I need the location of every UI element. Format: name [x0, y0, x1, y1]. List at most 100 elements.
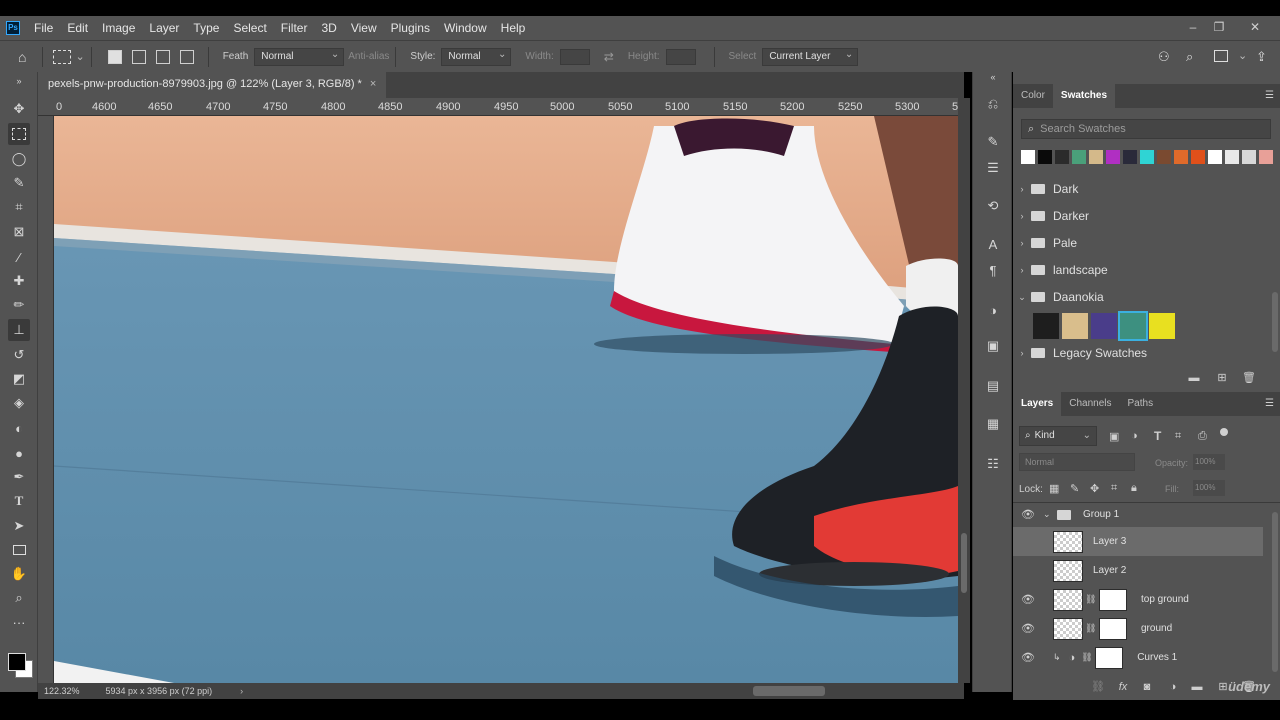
- blend-mode-select[interactable]: Normal: [1019, 453, 1135, 471]
- menu-file[interactable]: File: [34, 21, 53, 35]
- vertical-scrollbar[interactable]: [958, 98, 970, 683]
- tab-layers[interactable]: Layers: [1013, 392, 1062, 416]
- chevron-right-icon[interactable]: ›: [1013, 184, 1031, 194]
- type-tool-icon[interactable]: T: [8, 490, 30, 512]
- history-brush-tool-icon[interactable]: ↺: [8, 344, 30, 366]
- close-window-icon[interactable]: ✕: [1248, 20, 1262, 34]
- height-input[interactable]: [665, 48, 696, 65]
- filter-smart-object-icon[interactable]: ⎙: [1198, 430, 1207, 443]
- style-select[interactable]: Normal: [441, 47, 512, 66]
- swatch-chip[interactable]: [1157, 150, 1171, 164]
- swatch-folder-dark[interactable]: › Dark: [1013, 176, 1271, 202]
- libraries-icon[interactable]: ▣: [985, 338, 1001, 354]
- width-input[interactable]: [559, 48, 590, 65]
- chevron-right-icon[interactable]: ›: [1013, 265, 1031, 275]
- panel-menu-icon[interactable]: ☰: [1265, 398, 1274, 409]
- new-selection-icon[interactable]: [107, 49, 122, 64]
- history-panel-icon[interactable]: ⎌: [985, 96, 1001, 112]
- eye-icon[interactable]: 👁︎: [1021, 508, 1035, 521]
- chevron-down-icon[interactable]: ⌄: [1043, 509, 1053, 520]
- add-selection-icon[interactable]: [131, 49, 146, 64]
- menu-image[interactable]: Image: [102, 21, 135, 35]
- tab-channels[interactable]: Channels: [1061, 392, 1119, 416]
- menu-type[interactable]: Type: [193, 21, 219, 35]
- dodge-tool-icon[interactable]: ●: [8, 442, 30, 464]
- adjustments-icon[interactable]: ◑: [985, 302, 1001, 318]
- swatch-chip[interactable]: [1091, 313, 1117, 339]
- swap-icon[interactable]: ⇄: [604, 50, 614, 64]
- visibility-toggle[interactable]: [1021, 565, 1033, 577]
- close-icon[interactable]: ×: [370, 78, 376, 92]
- layer-row-layer-3[interactable]: Layer 3: [1013, 527, 1263, 556]
- swatch-folder-darker[interactable]: › Darker: [1013, 203, 1271, 229]
- lock-all-icon[interactable]: 🔒︎: [1131, 482, 1137, 495]
- paragraph-panel-icon[interactable]: ¶: [985, 262, 1001, 278]
- swatch-folder-pale[interactable]: › Pale: [1013, 230, 1271, 256]
- menu-layer[interactable]: Layer: [149, 21, 179, 35]
- filter-type-icon[interactable]: T: [1154, 429, 1161, 443]
- swatch-chip[interactable]: [1191, 150, 1205, 164]
- swatch-chip[interactable]: [1225, 150, 1239, 164]
- chevron-right-icon[interactable]: ›: [1013, 238, 1031, 248]
- clone-stamp-tool-icon[interactable]: ⊥: [8, 319, 30, 341]
- properties-icon[interactable]: ☷: [985, 456, 1001, 472]
- tab-color[interactable]: Color: [1013, 84, 1053, 108]
- tab-swatches[interactable]: Swatches: [1052, 84, 1116, 108]
- restore-icon[interactable]: ❐: [1212, 20, 1226, 34]
- filter-toggle-icon[interactable]: [1220, 428, 1228, 436]
- subtract-selection-icon[interactable]: [155, 49, 170, 64]
- swatch-folder-landscape[interactable]: › landscape: [1013, 257, 1271, 283]
- new-group-icon[interactable]: ▬: [1191, 681, 1203, 693]
- swatch-folder-daanokia[interactable]: ⌄ Daanokia: [1013, 284, 1271, 310]
- eye-icon[interactable]: 👁︎: [1021, 622, 1035, 635]
- brush-settings-icon[interactable]: ✎: [985, 134, 1001, 150]
- brush-tool-icon[interactable]: ✏: [8, 294, 30, 316]
- visibility-toggle[interactable]: [1021, 536, 1033, 548]
- path-selection-tool-icon[interactable]: ➤: [8, 515, 30, 537]
- menu-select[interactable]: Select: [233, 21, 266, 35]
- fx-icon[interactable]: fx: [1117, 681, 1129, 693]
- lock-position-icon[interactable]: ✥: [1090, 482, 1099, 495]
- select-layer-select[interactable]: Current Layer: [762, 47, 859, 66]
- marquee-tool-icon[interactable]: [8, 123, 30, 145]
- layer-mask-thumbnail[interactable]: [1099, 617, 1127, 640]
- zoom-tool-icon[interactable]: ⌕: [8, 587, 30, 609]
- crop-tool-icon[interactable]: ⌗: [8, 196, 30, 218]
- clone-source-icon[interactable]: ⟲: [985, 198, 1001, 214]
- chevron-right-icon[interactable]: ›: [1013, 348, 1031, 358]
- hand-tool-icon[interactable]: ✋: [8, 563, 30, 585]
- layer-row-layer-2[interactable]: Layer 2: [1013, 556, 1263, 585]
- blur-tool-icon[interactable]: ◐: [8, 417, 30, 439]
- menu-help[interactable]: Help: [501, 21, 526, 35]
- search-icon[interactable]: ⌕: [1186, 49, 1193, 65]
- swatch-folder-legacy[interactable]: › Legacy Swatches: [1013, 340, 1271, 366]
- layer-row-curves-1[interactable]: 👁︎ ↳ ◑ ⛓ Curves 1: [1013, 643, 1263, 672]
- lock-transparent-icon[interactable]: ▦: [1049, 482, 1059, 495]
- swatch-chip[interactable]: [1149, 313, 1175, 339]
- layer-row-group-1[interactable]: 👁︎ ⌄ Group 1: [1013, 500, 1263, 529]
- swatch-chip[interactable]: [1033, 313, 1059, 339]
- filter-shape-icon[interactable]: ⌗: [1175, 430, 1181, 443]
- share-icon[interactable]: ⚇: [1158, 49, 1170, 65]
- swatch-chip[interactable]: [1106, 150, 1120, 164]
- lock-artboard-icon[interactable]: ⌗: [1111, 482, 1117, 495]
- swatch-chip[interactable]: [1055, 150, 1069, 164]
- quick-selection-tool-icon[interactable]: ✎: [8, 172, 30, 194]
- menu-filter[interactable]: Filter: [281, 21, 308, 35]
- delete-swatch-icon[interactable]: 🗑: [1242, 372, 1256, 384]
- eye-icon[interactable]: 👁︎: [1021, 593, 1035, 606]
- patterns-icon[interactable]: ▦: [985, 416, 1001, 432]
- feather-select[interactable]: Normal: [254, 47, 345, 66]
- chevron-down-icon[interactable]: ⌄: [1013, 292, 1031, 303]
- tab-paths[interactable]: Paths: [1120, 392, 1162, 416]
- document-tab[interactable]: pexels-pnw-production-8979903.jpg @ 122%…: [38, 72, 387, 98]
- zoom-level[interactable]: 122.32%: [44, 686, 80, 696]
- menu-3d[interactable]: 3D: [321, 21, 336, 35]
- chevron-down-icon[interactable]: ⌄: [1238, 49, 1247, 62]
- new-swatch-icon[interactable]: ⊞: [1216, 372, 1228, 384]
- filter-adjustment-icon[interactable]: ◑: [1131, 430, 1138, 442]
- more-tools-icon[interactable]: ···: [8, 611, 30, 633]
- home-icon[interactable]: ⌂: [18, 49, 26, 65]
- swatch-chip[interactable]: [1118, 311, 1148, 341]
- collapse-icon[interactable]: »: [8, 76, 30, 86]
